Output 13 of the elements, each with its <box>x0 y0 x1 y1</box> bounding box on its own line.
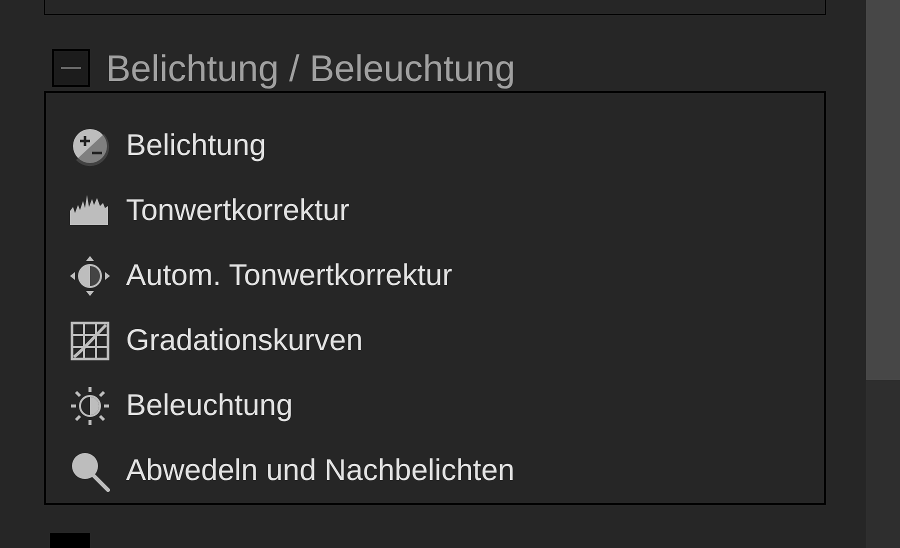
collapse-toggle[interactable] <box>52 49 90 88</box>
header-strip <box>50 533 90 548</box>
scrollbar[interactable] <box>866 0 900 548</box>
adjustment-item[interactable]: Abwedeln und Nachbelichten <box>68 438 824 504</box>
contrast-arrows-icon <box>68 254 112 298</box>
adjustment-item[interactable]: Beleuchtung <box>68 373 824 438</box>
minus-icon <box>61 67 81 70</box>
adjustment-item[interactable]: Autom. Tonwertkorrektur <box>68 243 824 308</box>
adjustment-item[interactable]: Belichtung <box>68 113 824 178</box>
section-title: Belichtung / Beleuchtung <box>106 50 516 87</box>
scrollbar-thumb[interactable] <box>866 0 900 380</box>
adjustment-item[interactable]: Gradationskurven <box>68 308 824 374</box>
adjustment-item[interactable]: Tonwertkorrektur <box>68 178 824 244</box>
